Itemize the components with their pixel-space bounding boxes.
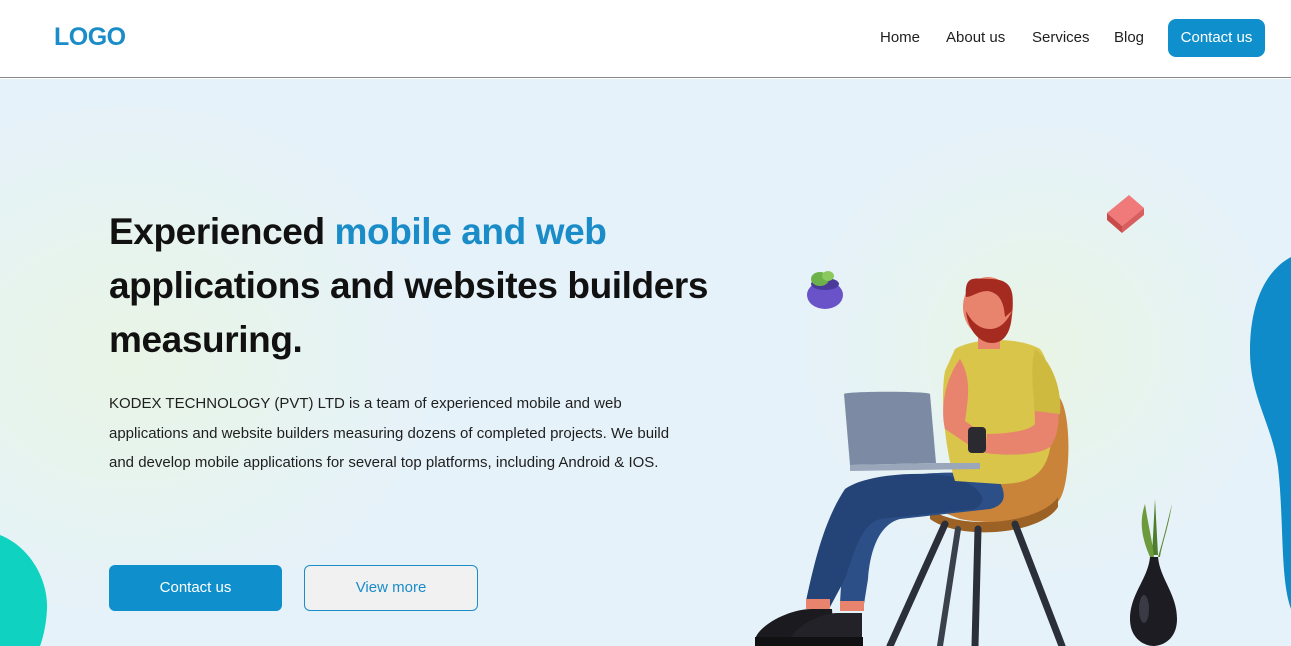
headline-accent: mobile and web xyxy=(334,211,607,252)
nav-link-about[interactable]: About us xyxy=(946,29,1005,46)
nav-contact-button[interactable]: Contact us xyxy=(1168,19,1265,57)
nav-link-home[interactable]: Home xyxy=(880,29,920,46)
headline-text: Experienced xyxy=(109,211,335,252)
person-with-laptop-icon xyxy=(755,277,1061,646)
nav-link-services[interactable]: Services xyxy=(1032,29,1090,46)
hero-headline: Experienced mobile and web applications a… xyxy=(109,205,709,367)
plant-pot-icon xyxy=(807,271,843,309)
blue-blob-shape xyxy=(1250,257,1291,609)
brick-icon xyxy=(1107,195,1144,233)
contact-us-button[interactable]: Contact us xyxy=(109,565,282,611)
nav-link-blog[interactable]: Blog xyxy=(1114,29,1144,46)
teal-blob-shape xyxy=(0,535,48,646)
hero-section: Experienced mobile and web applications a… xyxy=(0,79,1291,646)
hero-description: KODEX TECHNOLOGY (PVT) LTD is a team of … xyxy=(109,395,670,471)
headline-text-continued: applications and websites builders measu… xyxy=(109,265,709,360)
view-more-button[interactable]: View more xyxy=(304,565,478,611)
top-navbar: LOGO Home About us Services Blog Contact… xyxy=(0,0,1291,78)
logo[interactable]: LOGO xyxy=(54,23,126,52)
vase-icon xyxy=(1130,499,1177,646)
